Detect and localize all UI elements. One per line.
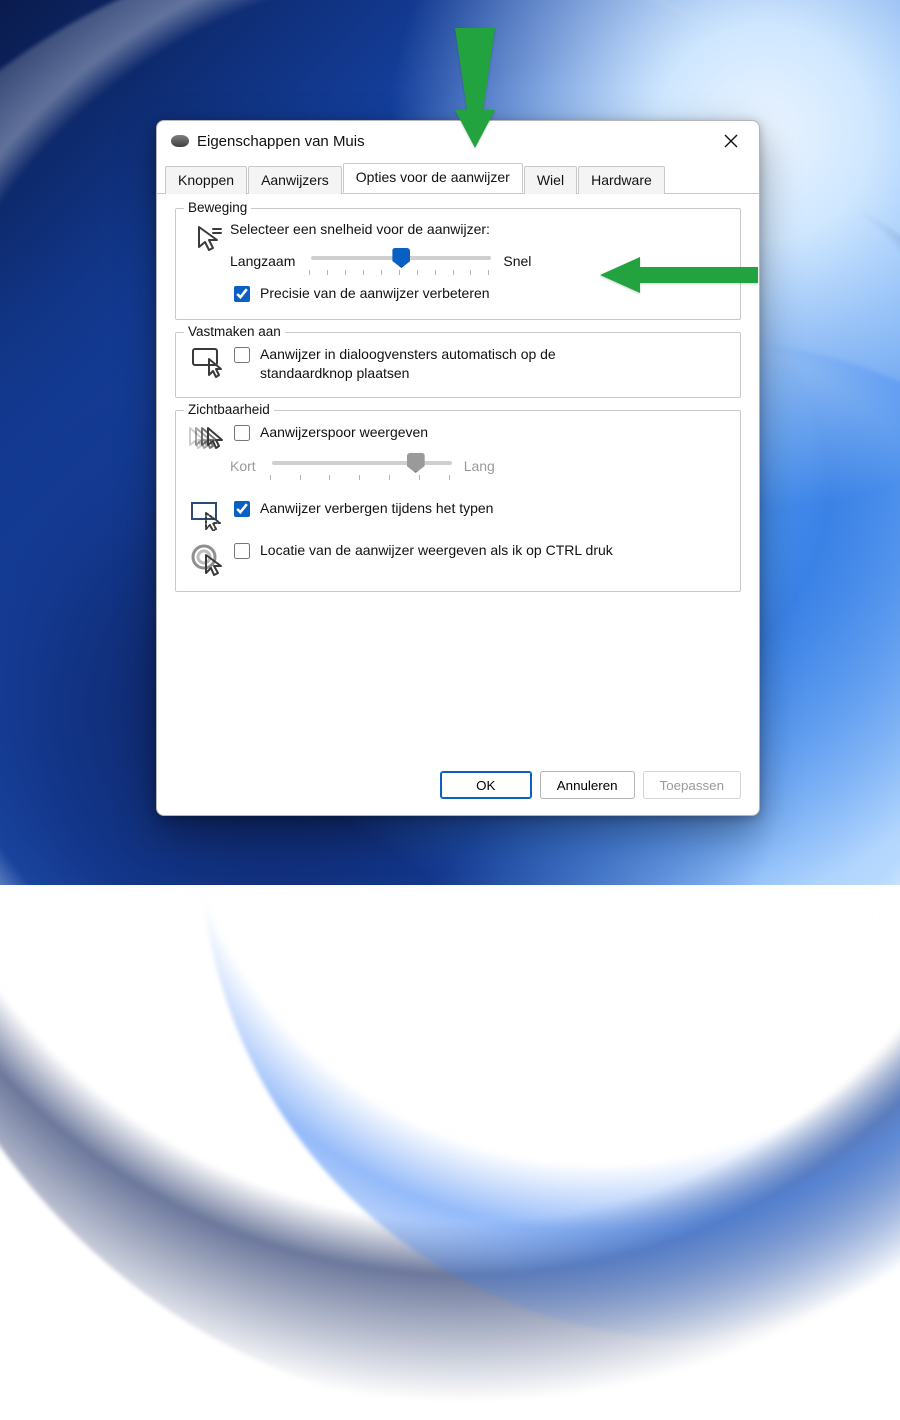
pointer-speed-slider-wrap <box>309 245 489 276</box>
dialog-button-bar: OK Annuleren Toepassen <box>440 771 741 799</box>
speed-fast-label: Snel <box>503 253 531 269</box>
snap-to-label: Aanwijzer in dialoogvensters automatisch… <box>260 345 640 383</box>
group-visibility-legend: Zichtbaarheid <box>184 402 274 417</box>
trail-length-slider <box>272 452 452 474</box>
ctrl-locate-icon <box>188 541 230 577</box>
pointer-trail-label: Aanwijzerspoor weergeven <box>260 423 428 442</box>
pointer-icon <box>188 221 230 255</box>
group-snap-legend: Vastmaken aan <box>184 324 285 339</box>
pointer-speed-slider[interactable] <box>311 247 491 269</box>
ctrl-locate-row[interactable]: Locatie van de aanwijzer weergeven als i… <box>230 541 728 562</box>
snap-to-checkbox[interactable] <box>234 347 250 363</box>
trail-long-label: Lang <box>464 458 495 474</box>
apply-button: Toepassen <box>643 771 741 799</box>
group-snap-to: Vastmaken aan Aanwijzer in dialoogvenste… <box>175 332 741 398</box>
window-title: Eigenschappen van Muis <box>197 133 711 150</box>
tab-pointers[interactable]: Aanwijzers <box>248 166 342 194</box>
snap-to-icon <box>188 345 230 379</box>
tab-wheel[interactable]: Wiel <box>524 166 577 194</box>
mouse-icon <box>171 135 189 147</box>
pointer-speed-label: Selecteer een snelheid voor de aanwijzer… <box>230 221 728 237</box>
pointer-trail-icon <box>188 423 230 457</box>
mouse-properties-dialog: Eigenschappen van Muis Knoppen Aanwijzer… <box>156 120 760 816</box>
hide-while-typing-checkbox[interactable] <box>234 501 250 517</box>
pointer-trail-checkbox[interactable] <box>234 425 250 441</box>
pointer-trail-row[interactable]: Aanwijzerspoor weergeven <box>230 423 728 444</box>
ok-button[interactable]: OK <box>440 771 532 799</box>
hide-typing-icon <box>188 499 230 531</box>
close-button[interactable] <box>711 126 751 156</box>
slider-ticks <box>309 270 489 276</box>
trail-length-slider-wrap <box>270 450 450 481</box>
enhance-precision-checkbox[interactable] <box>234 286 250 302</box>
trail-slider-ticks <box>270 475 450 481</box>
hide-while-typing-row[interactable]: Aanwijzer verbergen tijdens het typen <box>230 499 728 520</box>
tab-pointer-options[interactable]: Opties voor de aanwijzer <box>343 163 523 193</box>
enhance-precision-row[interactable]: Precisie van de aanwijzer verbeteren <box>230 284 728 305</box>
ctrl-locate-checkbox[interactable] <box>234 543 250 559</box>
trail-short-label: Kort <box>230 458 256 474</box>
tab-content: Beweging Selecteer een snelheid voor de … <box>157 194 759 592</box>
tab-hardware[interactable]: Hardware <box>578 166 665 194</box>
ctrl-locate-label: Locatie van de aanwijzer weergeven als i… <box>260 541 613 560</box>
enhance-precision-label: Precisie van de aanwijzer verbeteren <box>260 284 490 303</box>
group-motion-legend: Beweging <box>184 200 251 215</box>
group-motion: Beweging Selecteer een snelheid voor de … <box>175 208 741 320</box>
titlebar[interactable]: Eigenschappen van Muis <box>157 121 759 161</box>
speed-slow-label: Langzaam <box>230 253 295 269</box>
cancel-button[interactable]: Annuleren <box>540 771 635 799</box>
hide-while-typing-label: Aanwijzer verbergen tijdens het typen <box>260 499 493 518</box>
tab-buttons[interactable]: Knoppen <box>165 166 247 194</box>
tab-bar: Knoppen Aanwijzers Opties voor de aanwij… <box>157 163 759 194</box>
close-icon <box>724 134 738 148</box>
group-visibility: Zichtbaarheid Aanwijzerspoor weergeven <box>175 410 741 592</box>
snap-to-row[interactable]: Aanwijzer in dialoogvensters automatisch… <box>230 345 728 383</box>
